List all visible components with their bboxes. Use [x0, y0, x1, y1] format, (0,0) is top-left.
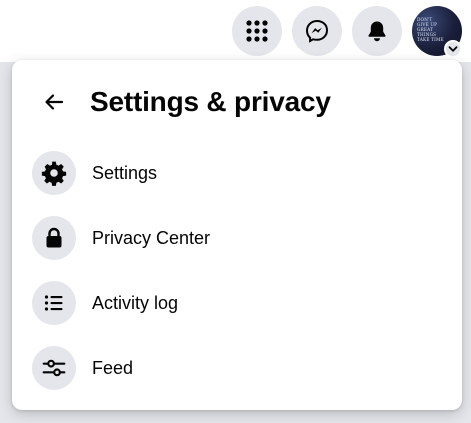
messenger-button[interactable] — [292, 6, 342, 56]
menu-item-activity-log[interactable]: Activity log — [12, 270, 454, 335]
lock-icon — [46, 227, 62, 247]
menu-item-settings[interactable]: Settings — [12, 140, 454, 205]
menu-item-label: Settings — [92, 162, 158, 183]
panel-header: Settings & privacy — [12, 60, 462, 144]
menu-item-label: Feed — [92, 357, 134, 378]
back-button[interactable] — [34, 82, 74, 122]
menu-icon-wrap — [32, 215, 76, 260]
messenger-icon — [305, 19, 329, 43]
menu-button[interactable] — [232, 6, 282, 56]
chevron-down-icon — [448, 46, 458, 52]
gear-icon — [41, 161, 67, 186]
arrow-left-icon — [45, 94, 64, 110]
panel-title: Settings & privacy — [90, 86, 331, 117]
notifications-button[interactable] — [352, 6, 402, 56]
top-bar: DON'T GIVE UP GREAT THINGS TAKE TIME — [0, 0, 471, 62]
sliders-icon — [42, 359, 66, 376]
avatar-text: DON'T GIVE UP GREAT THINGS TAKE TIME — [417, 17, 451, 42]
avatar-text-line: TAKE TIME — [417, 37, 444, 42]
menu-icon-wrap — [32, 280, 76, 325]
settings-privacy-panel: Settings & privacy Settings Privacy Cent… — [12, 60, 462, 410]
menu-icon-wrap — [32, 150, 76, 195]
menu-item-label: Activity log — [92, 292, 179, 313]
menu-icon-wrap — [32, 345, 76, 390]
account-chevron-button[interactable] — [444, 40, 462, 58]
menu-item-privacy-center[interactable]: Privacy Center — [12, 205, 454, 270]
menu-item-label: Privacy Center — [92, 227, 211, 248]
settings-menu-list: Settings Privacy Center Activity log Fee… — [12, 140, 462, 400]
menu-item-feed[interactable]: Feed — [12, 335, 454, 400]
list-icon — [44, 294, 63, 311]
bell-icon — [368, 21, 386, 42]
grid-menu-icon — [246, 20, 268, 42]
